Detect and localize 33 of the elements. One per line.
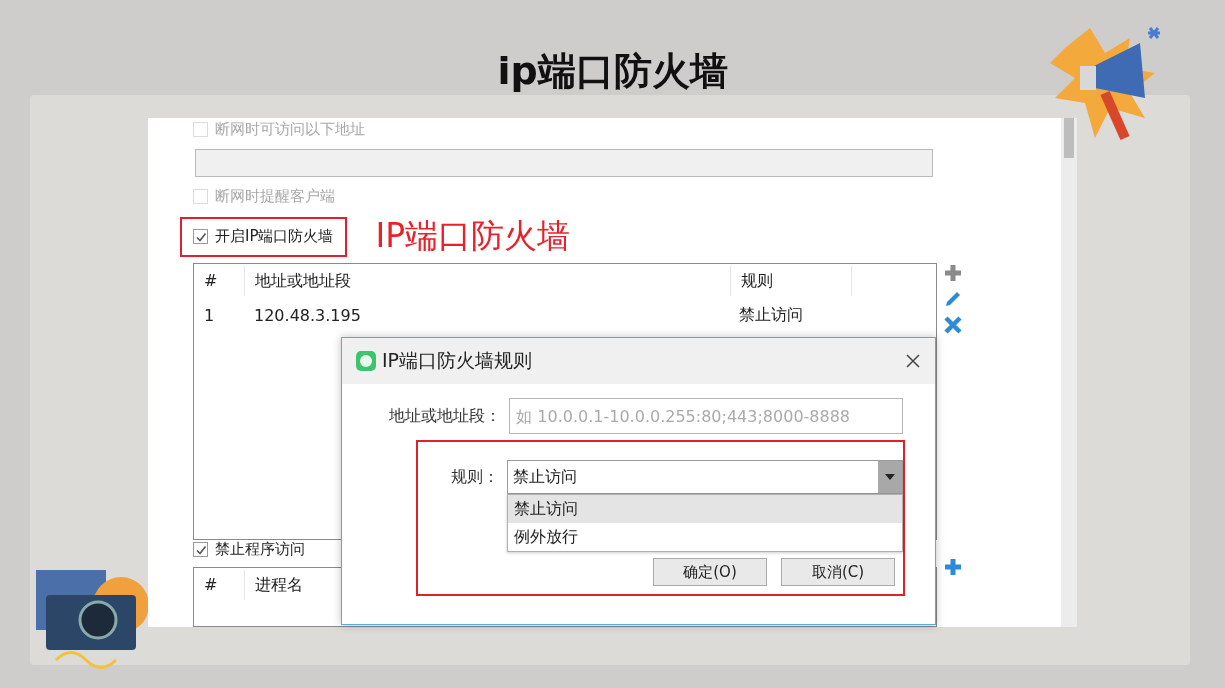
dropdown-option[interactable]: 禁止访问 [508,495,902,523]
checkbox[interactable] [193,542,208,557]
dialog-button[interactable]: 确定(O) [653,558,767,586]
scrollbar-thumb[interactable] [1064,118,1074,158]
dialog-title: IP端口防火墙规则 [382,348,534,373]
checkbox-label: 断网时可访问以下地址 [215,120,365,139]
address-input-field[interactable]: 如 10.0.0.1-10.0.0.255:80;443;8000-8888 [509,398,903,434]
dropdown-option[interactable]: 例外放行 [508,523,902,551]
add-icon[interactable] [943,263,963,283]
column-header[interactable]: # [194,266,245,296]
app-icon[interactable] [356,351,376,371]
field-label: 规则： [450,466,499,488]
checkbox-label: 禁止程序访问 [215,540,305,559]
column-header[interactable]: 规则 [731,266,852,296]
slide-title: ip端口防火墙 [497,48,728,95]
field-label: 地址或地址段： [388,405,502,427]
table-cell-text: 禁止访问 [738,304,804,326]
close-icon[interactable] [905,353,921,369]
caret-icon[interactable] [885,474,895,480]
table-cell-text: 1 [203,305,216,325]
pencil-icon[interactable] [943,289,963,309]
table-cell-text: 120.48.3.195 [253,305,362,325]
add-icon[interactable] [943,557,963,577]
checkbox[interactable] [193,229,208,244]
checkbox-label: 断网时提醒客户端 [215,187,335,206]
column-header[interactable]: 地址或地址段 [245,266,731,296]
delete-icon[interactable] [943,315,963,335]
rule-dropdown[interactable]: 禁止访问 [507,460,903,494]
dialog-button[interactable]: 取消(C) [781,558,895,586]
checkbox-label: 开启IP端口防火墙 [215,227,334,246]
address-input-field[interactable] [195,149,933,177]
annotation-text: IP端口防火墙 [375,215,571,257]
column-header[interactable]: # [194,570,245,600]
